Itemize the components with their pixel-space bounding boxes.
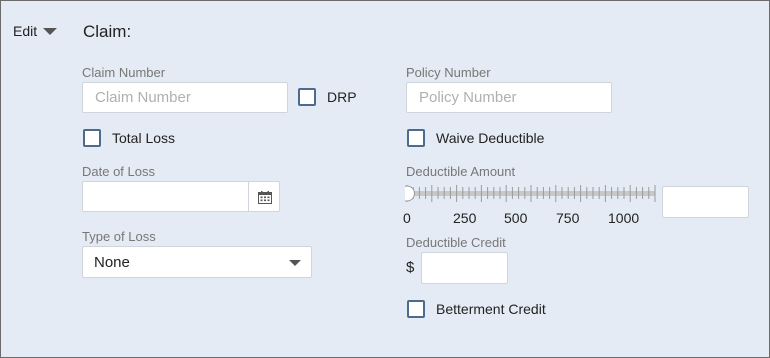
claim-number-label: Claim Number [82,65,166,80]
date-of-loss-field[interactable] [82,181,280,212]
slider-tick-label: 500 [504,210,528,226]
deductible-amount-input[interactable] [662,186,749,218]
total-loss-label: Total Loss [112,130,176,146]
waive-deductible-label: Waive Deductible [436,130,545,146]
section-title: Claim: [83,22,132,41]
claim-number-input[interactable] [82,82,288,113]
chevron-down-icon [43,28,58,35]
deductible-credit-label: Deductible Credit [406,235,506,250]
dropdown-arrow-icon [289,260,301,266]
betterment-credit-label: Betterment Credit [436,301,546,317]
policy-number-input[interactable] [406,82,612,113]
type-of-loss-select[interactable]: None [82,246,312,278]
slider-tick-label: 0 [403,210,411,226]
policy-number-label: Policy Number [406,65,491,80]
total-loss-checkbox[interactable] [83,129,101,147]
type-of-loss-value: None [94,254,130,271]
deductible-amount-label: Deductible Amount [406,164,516,179]
date-of-loss-label: Date of Loss [82,164,155,179]
slider-tick-label: 250 [453,210,477,226]
claim-panel: Edit Claim: Claim Number DRP Policy Numb… [0,0,770,358]
edit-label: Edit [13,23,38,39]
edit-menu[interactable]: Edit [13,23,58,39]
drp-label: DRP [327,89,357,105]
betterment-credit-checkbox[interactable] [407,300,425,318]
waive-deductible-checkbox[interactable] [407,129,425,147]
deductible-amount-slider[interactable] [405,183,657,207]
calendar-icon[interactable] [258,191,272,204]
date-field-divider [248,182,249,211]
drp-checkbox[interactable] [298,88,316,106]
deductible-credit-input[interactable] [421,252,508,284]
type-of-loss-label: Type of Loss [82,229,156,244]
slider-tick-label: 750 [556,210,580,226]
currency-symbol: $ [406,259,415,276]
slider-tick-label: 1000 [608,210,640,226]
